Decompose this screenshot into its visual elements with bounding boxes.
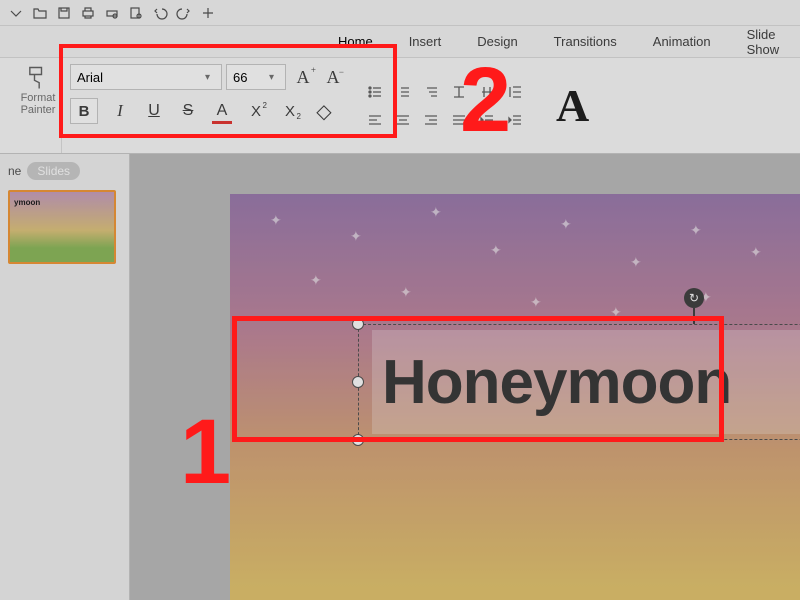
undo-icon[interactable]	[150, 3, 170, 23]
rotate-handle[interactable]: ↻	[684, 288, 704, 308]
tab-transitions[interactable]: Transitions	[536, 28, 635, 55]
align-right-icon[interactable]	[420, 109, 442, 131]
tab-home[interactable]: Home	[320, 28, 391, 55]
text-styles-button[interactable]: A	[536, 58, 609, 153]
font-size-value: 66	[233, 70, 247, 85]
font-group: Arial ▾ 66 ▾ A A B I U S A X2 X2 ◇	[62, 58, 354, 153]
annotation-number-1: 1	[180, 400, 231, 505]
format-painter-label: Format Painter	[10, 92, 66, 116]
slides-tab[interactable]: Slides	[27, 162, 80, 180]
quick-access-toolbar	[0, 0, 800, 26]
resize-handle[interactable]	[352, 318, 364, 330]
slide-panel: ne Slides ymoon	[0, 154, 130, 600]
print-preview-icon[interactable]	[102, 3, 122, 23]
textbox-content[interactable]: Honeymoon	[372, 330, 800, 434]
print-icon[interactable]	[78, 3, 98, 23]
numbering-icon[interactable]	[392, 81, 414, 103]
slide-title-text[interactable]: Honeymoon	[382, 347, 731, 418]
bullets-icon[interactable]	[364, 81, 386, 103]
bold-button[interactable]: B	[70, 98, 98, 124]
tab-animation[interactable]: Animation	[635, 28, 729, 55]
ribbon-tabs: Home Insert Design Transitions Animation…	[0, 26, 800, 58]
dropdown-icon[interactable]	[6, 3, 26, 23]
annotation-number-2: 2	[460, 48, 511, 153]
subscript-button[interactable]: X2	[278, 99, 302, 123]
strikethrough-button[interactable]: S	[176, 99, 200, 123]
save-icon[interactable]	[54, 3, 74, 23]
multilevel-icon[interactable]	[420, 81, 442, 103]
tab-slideshow[interactable]: Slide Show	[729, 21, 800, 63]
workspace: ne Slides ymoon ✦ ✦ ✦ ✦ ✦ ✦ ✦ ✦ ✦ ✦ ✦ ✦ …	[0, 154, 800, 600]
resize-handle[interactable]	[352, 434, 364, 446]
decrease-font-button[interactable]: A	[320, 65, 346, 89]
outline-tab[interactable]: ne	[8, 164, 21, 178]
underline-button[interactable]: U	[142, 99, 166, 123]
font-size-select[interactable]: 66 ▾	[226, 64, 286, 90]
resize-handle[interactable]	[352, 376, 364, 388]
export-icon[interactable]	[126, 3, 146, 23]
italic-button[interactable]: I	[108, 99, 132, 123]
clipboard-group: Format Painter	[0, 58, 62, 153]
increase-font-button[interactable]: A	[290, 65, 316, 89]
thumb-title: ymoon	[14, 198, 40, 207]
superscript-button[interactable]: X2	[244, 99, 268, 123]
slide: ✦ ✦ ✦ ✦ ✦ ✦ ✦ ✦ ✦ ✦ ✦ ✦ ✦ ↻ Honeymoon	[230, 194, 800, 600]
font-color-button[interactable]: A	[210, 99, 234, 123]
font-family-value: Arial	[77, 70, 103, 85]
open-icon[interactable]	[30, 3, 50, 23]
slide-canvas[interactable]: ✦ ✦ ✦ ✦ ✦ ✦ ✦ ✦ ✦ ✦ ✦ ✦ ✦ ↻ Honeymoon	[130, 154, 800, 600]
align-left-icon[interactable]	[364, 109, 386, 131]
chevron-down-icon: ▾	[205, 72, 215, 83]
chevron-down-icon: ▾	[269, 72, 279, 83]
tab-insert[interactable]: Insert	[391, 28, 460, 55]
align-center-icon[interactable]	[392, 109, 414, 131]
slide-thumbnail-1[interactable]: ymoon	[8, 190, 116, 264]
qat-more-icon[interactable]	[198, 3, 218, 23]
font-family-select[interactable]: Arial ▾	[70, 64, 222, 90]
selected-textbox[interactable]: ↻ Honeymoon	[358, 324, 800, 440]
format-painter-icon[interactable]	[24, 64, 52, 92]
ribbon: Format Painter Arial ▾ 66 ▾ A A B I U S …	[0, 58, 800, 154]
clear-formatting-button[interactable]: ◇	[312, 99, 336, 123]
redo-icon[interactable]	[174, 3, 194, 23]
